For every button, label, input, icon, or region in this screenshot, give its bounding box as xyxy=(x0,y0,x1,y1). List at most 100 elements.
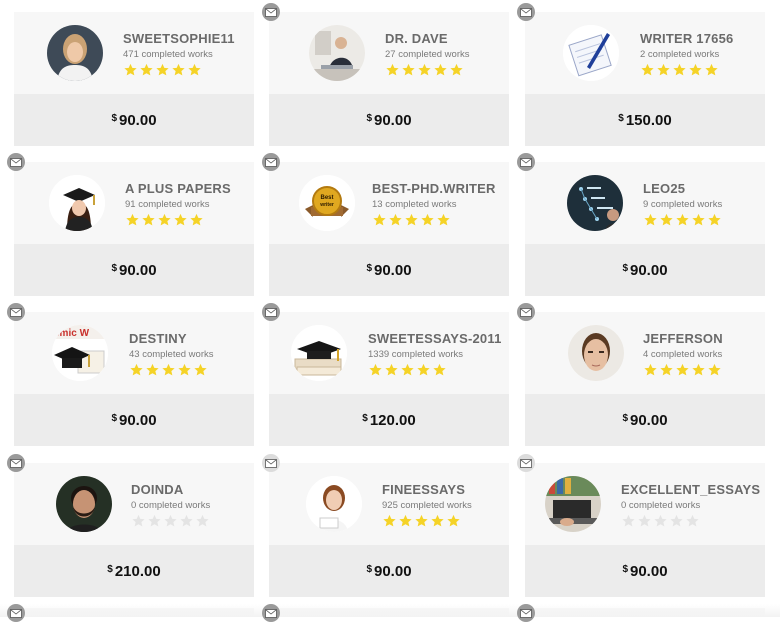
message-envelope-icon[interactable] xyxy=(262,454,280,472)
writer-info: BEST-PHD.WRITER 13 completed works xyxy=(372,181,496,227)
completed-works-count: 2 completed works xyxy=(640,49,720,60)
writer-name[interactable]: EXCELLENT_ESSAYS xyxy=(621,482,760,498)
message-envelope-icon[interactable] xyxy=(7,303,25,321)
bearded-man-avatar[interactable] xyxy=(56,476,112,532)
rating-stars xyxy=(643,363,723,377)
star-filled-icon xyxy=(388,213,403,227)
currency-symbol: $ xyxy=(618,112,624,124)
star-filled-icon xyxy=(436,213,451,227)
writer-name[interactable]: LEO25 xyxy=(643,181,723,197)
best-writer-badge-avatar[interactable]: Best writer xyxy=(299,175,355,231)
rating-stars xyxy=(131,514,211,528)
bottom-fade xyxy=(0,604,780,617)
svg-text:emic W: emic W xyxy=(54,328,90,339)
star-filled-icon xyxy=(145,363,160,377)
writer-card[interactable]: LEO25 9 completed works $90.00 xyxy=(525,162,765,296)
writer-info: DOINDA 0 completed works xyxy=(131,482,211,528)
writer-card-header: Best writer BEST-PHD.WRITER 13 completed wo… xyxy=(269,162,509,244)
writer-card-header: WRITER 17656 2 completed works xyxy=(525,12,765,94)
message-envelope-icon[interactable] xyxy=(262,303,280,321)
writer-card[interactable]: EXCELLENT_ESSAYS 0 completed works $90.00 xyxy=(525,463,765,597)
writer-card[interactable]: Best writer BEST-PHD.WRITER 13 completed wo… xyxy=(269,162,509,296)
star-filled-icon xyxy=(385,63,400,77)
writer-name[interactable]: DR. DAVE xyxy=(385,31,469,47)
man-at-laptop-avatar[interactable] xyxy=(309,25,365,81)
writer-card[interactable]: DOINDA 0 completed works $210.00 xyxy=(14,463,254,597)
star-filled-icon xyxy=(446,514,461,528)
message-envelope-icon[interactable] xyxy=(517,3,535,21)
vision-mission-board-avatar[interactable] xyxy=(567,175,623,231)
rating-stars xyxy=(640,63,733,77)
message-envelope-icon[interactable] xyxy=(262,153,280,171)
completed-works-count: 91 completed works xyxy=(125,199,210,210)
currency-symbol: $ xyxy=(111,112,117,124)
writer-card[interactable]: WRITER 17656 2 completed works $150.00 xyxy=(525,12,765,146)
writer-card[interactable]: A PLUS PAPERS 91 completed works $90.00 xyxy=(14,162,254,296)
writer-card[interactable]: JEFFERSON 4 completed works $90.00 xyxy=(525,312,765,446)
price-bar: $210.00 xyxy=(14,545,254,597)
completed-works-count: 0 completed works xyxy=(131,500,211,511)
writer-name[interactable]: FINEESSAYS xyxy=(382,482,472,498)
academic-cap-avatar[interactable]: emic W xyxy=(52,325,108,381)
woman-portrait-avatar[interactable] xyxy=(47,25,103,81)
price: $90.00 xyxy=(366,563,411,580)
message-envelope-icon[interactable] xyxy=(7,604,25,622)
message-envelope-icon[interactable] xyxy=(262,604,280,622)
star-empty-icon xyxy=(685,514,700,528)
currency-symbol: $ xyxy=(366,112,372,124)
message-envelope-icon[interactable] xyxy=(262,3,280,21)
notepad-pen-avatar[interactable] xyxy=(563,25,619,81)
completed-works-count: 4 completed works xyxy=(643,349,723,360)
writer-name[interactable]: DOINDA xyxy=(131,482,211,498)
price: $90.00 xyxy=(622,412,667,429)
writer-card[interactable]: SWEETESSAYS-2011 1339 completed works $120… xyxy=(269,312,509,446)
star-filled-icon xyxy=(417,63,432,77)
writer-info: JEFFERSON 4 completed works xyxy=(643,331,723,377)
writer-name[interactable]: DESTINY xyxy=(129,331,213,347)
writer-name[interactable]: SWEETESSAYS-2011 xyxy=(368,331,502,347)
writer-card[interactable]: emic W DESTINY 43 completed works $90.00 xyxy=(14,312,254,446)
message-envelope-icon[interactable] xyxy=(517,153,535,171)
star-empty-icon xyxy=(669,514,684,528)
currency-symbol: $ xyxy=(622,563,628,575)
price-bar: $90.00 xyxy=(14,394,254,446)
writer-name[interactable]: A PLUS PAPERS xyxy=(125,181,231,197)
price: $90.00 xyxy=(366,112,411,129)
svg-text:Best: Best xyxy=(320,195,333,201)
writer-info: SWEETSOPHIE11 471 completed works xyxy=(123,31,235,77)
star-filled-icon xyxy=(404,213,419,227)
message-envelope-icon[interactable] xyxy=(517,604,535,622)
star-filled-icon xyxy=(155,63,170,77)
rating-stars xyxy=(382,514,472,528)
currency-symbol: $ xyxy=(362,412,368,424)
message-envelope-icon[interactable] xyxy=(7,454,25,472)
star-filled-icon xyxy=(659,363,674,377)
star-filled-icon xyxy=(384,363,399,377)
star-filled-icon xyxy=(420,213,435,227)
message-envelope-icon[interactable] xyxy=(517,454,535,472)
writer-card[interactable]: SWEETSOPHIE11 471 completed works $90.00 xyxy=(14,12,254,146)
star-filled-icon xyxy=(688,63,703,77)
woman-with-papers-avatar[interactable] xyxy=(306,476,362,532)
star-filled-icon xyxy=(187,63,202,77)
price-bar: $90.00 xyxy=(525,545,765,597)
writer-card-header: EXCELLENT_ESSAYS 0 completed works xyxy=(525,463,765,545)
cap-and-books-avatar[interactable] xyxy=(291,325,347,381)
young-man-portrait-avatar[interactable] xyxy=(568,325,624,381)
writer-card[interactable]: DR. DAVE 27 completed works $90.00 xyxy=(269,12,509,146)
message-envelope-icon[interactable] xyxy=(517,303,535,321)
writer-name[interactable]: BEST-PHD.WRITER xyxy=(372,181,496,197)
star-filled-icon xyxy=(173,213,188,227)
currency-symbol: $ xyxy=(622,262,628,274)
writer-name[interactable]: SWEETSOPHIE11 xyxy=(123,31,235,47)
price: $90.00 xyxy=(111,112,156,129)
star-filled-icon xyxy=(656,63,671,77)
writer-name[interactable]: JEFFERSON xyxy=(643,331,723,347)
message-envelope-icon[interactable] xyxy=(7,153,25,171)
star-empty-icon xyxy=(147,514,162,528)
writer-card[interactable]: FINEESSAYS 925 completed works $90.00 xyxy=(269,463,509,597)
graduate-avatar[interactable] xyxy=(49,175,105,231)
laptop-typing-avatar[interactable] xyxy=(545,476,601,532)
star-filled-icon xyxy=(675,363,690,377)
writer-name[interactable]: WRITER 17656 xyxy=(640,31,733,47)
